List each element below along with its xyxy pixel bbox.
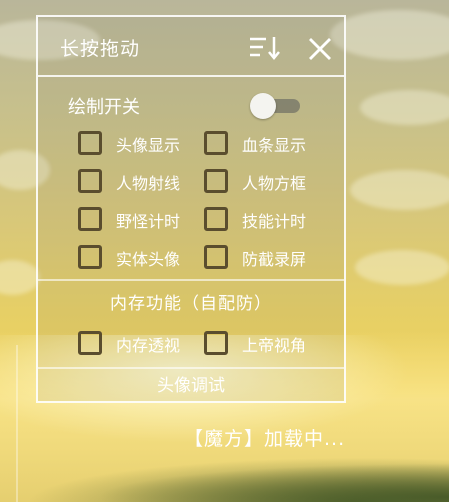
option-label: 内存透视 — [116, 336, 181, 355]
option-label: 上帝视角 — [242, 336, 307, 355]
divider — [38, 279, 344, 281]
cheat-menu-panel[interactable]: 长按拖动 绘制开关 头像显示 血条显示 人物射线 人物方框 野怪计时 技能计时 … — [36, 15, 346, 403]
option-label: 防截录屏 — [242, 250, 307, 269]
memory-xray-checkbox[interactable] — [78, 331, 102, 355]
panel-title: 长按拖动 — [60, 38, 141, 60]
god-view-checkbox[interactable] — [204, 331, 228, 355]
anti-screenshot-checkbox[interactable] — [204, 245, 228, 269]
entity-avatar-checkbox[interactable] — [78, 245, 102, 269]
option-label: 头像显示 — [116, 136, 181, 155]
close-icon — [309, 38, 331, 60]
monster-timer-checkbox[interactable] — [78, 207, 102, 231]
loading-status: 【魔方】加载中... — [184, 428, 346, 450]
option-label: 野怪计时 — [116, 212, 181, 231]
option-label: 人物射线 — [116, 174, 181, 193]
avatar-debug-button[interactable]: 头像调试 — [38, 371, 344, 396]
draw-toggle-label: 绘制开关 — [68, 97, 140, 118]
switch-knob — [250, 93, 276, 119]
sort-button[interactable] — [248, 35, 284, 61]
avatar-display-checkbox[interactable] — [78, 131, 102, 155]
memory-section-title: 内存功能（自配防） — [110, 294, 272, 314]
health-bar-checkbox[interactable] — [204, 131, 228, 155]
option-row: 内存透视 上帝视角 — [78, 331, 348, 359]
option-row: 实体头像 防截录屏 — [78, 245, 348, 273]
player-ray-checkbox[interactable] — [78, 169, 102, 193]
divider — [38, 367, 344, 369]
option-label: 人物方框 — [242, 174, 307, 193]
draw-toggle-switch[interactable] — [250, 93, 300, 119]
option-label: 血条显示 — [242, 136, 307, 155]
player-box-checkbox[interactable] — [204, 169, 228, 193]
panel-header[interactable]: 长按拖动 — [38, 17, 344, 77]
option-row: 野怪计时 技能计时 — [78, 207, 348, 235]
option-label: 技能计时 — [242, 212, 307, 231]
close-button[interactable] — [306, 35, 334, 63]
sort-descending-icon — [250, 37, 280, 60]
option-label: 实体头像 — [116, 250, 181, 269]
option-row: 人物射线 人物方框 — [78, 169, 348, 197]
skill-timer-checkbox[interactable] — [204, 207, 228, 231]
option-row: 头像显示 血条显示 — [78, 131, 348, 159]
